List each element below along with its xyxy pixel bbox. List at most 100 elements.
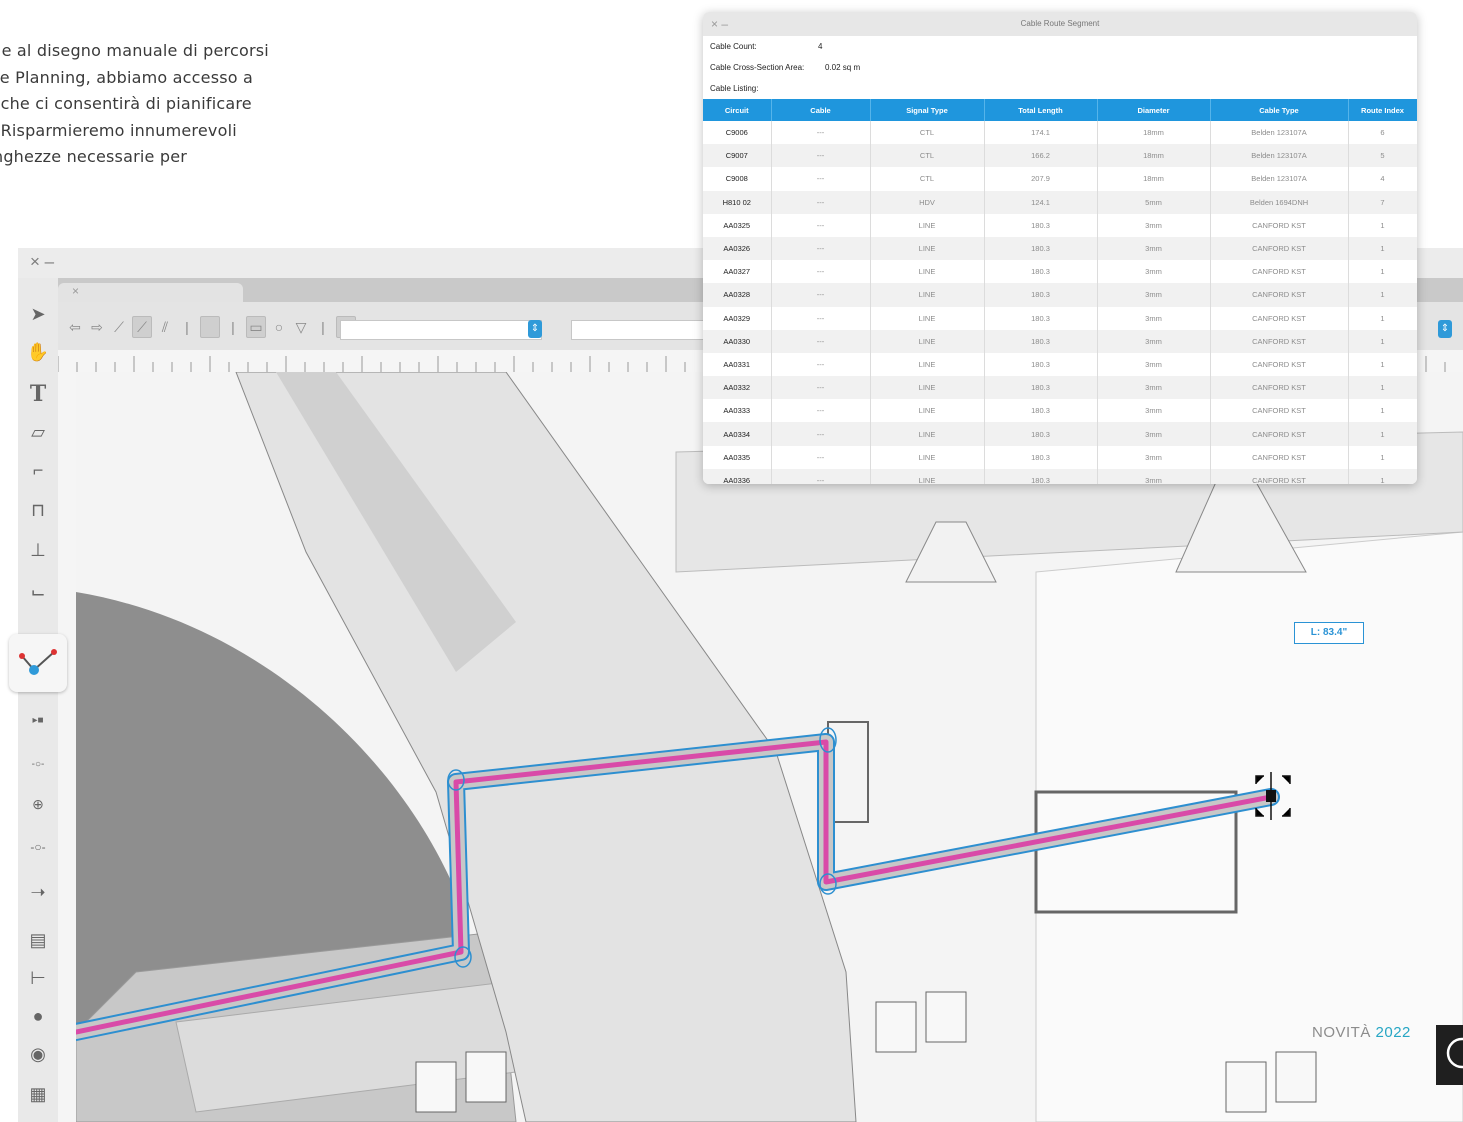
table-row[interactable]: AA0331 --- LINE 180.3 3mm CANFORD KST 1 (703, 352, 1417, 377)
table-cell: 180.3 (984, 422, 1098, 446)
cable-count-label: Cable Count: (710, 42, 757, 51)
divider-icon: | (321, 319, 325, 335)
intro-text: vi e al disegno manuale di percorsi oute… (0, 38, 360, 171)
table-cell: CTL (870, 121, 985, 145)
table-row[interactable]: AA0328 --- LINE 180.3 3mm CANFORD KST 1 (703, 283, 1417, 307)
table-cell: 174.1 (984, 121, 1098, 145)
table-cell: 5 (1348, 144, 1417, 168)
table-cell: 3mm (1097, 352, 1211, 377)
connector-icon[interactable]: ⊓ (24, 496, 52, 524)
table-cell: CANFORD KST (1210, 213, 1349, 237)
table-cell: LINE (870, 283, 985, 307)
dialog-window-controls[interactable]: × – (711, 12, 728, 36)
table-row[interactable]: C9006 --- CTL 174.1 18mm Belden 123107A 6 (703, 121, 1417, 145)
fill-swatch-icon[interactable] (200, 316, 220, 338)
column-header[interactable]: Route Index (1348, 99, 1417, 121)
table-cell: LINE (870, 376, 985, 400)
device-icon[interactable]: ▤ (24, 926, 52, 954)
table-cell: --- (771, 468, 871, 484)
intro-line: vi e al disegno manuale di percorsi (0, 41, 269, 60)
splice-icon[interactable]: -○- (24, 833, 52, 861)
table-cell: 4 (1348, 167, 1417, 191)
cable-path-icon[interactable]: ⌐ (24, 456, 52, 484)
table-row[interactable]: AA0333 --- LINE 180.3 3mm CANFORD KST 1 (703, 399, 1417, 423)
arrow-left-icon[interactable]: ⇦ (66, 317, 84, 337)
arrow-link-icon[interactable]: ➝ (24, 878, 52, 906)
table-cell: --- (771, 445, 871, 469)
table-row[interactable]: AA0327 --- LINE 180.3 3mm CANFORD KST 1 (703, 260, 1417, 284)
pan-hand-icon[interactable]: ✋ (24, 338, 52, 366)
dropdown-arrow-icon[interactable]: ⇕ (528, 320, 542, 338)
line-selected-icon[interactable]: ⟋ (132, 316, 152, 338)
table-cell: 6 (1348, 121, 1417, 145)
vdc-icon[interactable]: ▸■ (24, 706, 52, 734)
parallelogram-icon[interactable]: ▱ (24, 418, 52, 446)
line-tool-icon[interactable]: ⟋ (110, 317, 128, 337)
text-tool-icon[interactable]: T (24, 380, 52, 408)
table-row[interactable]: C9007 --- CTL 166.2 18mm Belden 123107A 5 (703, 144, 1417, 168)
multi-line-icon[interactable]: ⫽ (156, 317, 174, 337)
plug-route-icon[interactable]: ⌙ (24, 578, 52, 606)
table-cell: 180.3 (984, 260, 1098, 284)
document-tab[interactable]: × (58, 283, 243, 302)
rectangle-icon[interactable]: ▭ (246, 316, 266, 338)
table-row[interactable]: AA0334 --- LINE 180.3 3mm CANFORD KST 1 (703, 422, 1417, 446)
column-header[interactable]: Circuit (703, 99, 772, 121)
table-cell: CANFORD KST (1210, 283, 1349, 307)
window-controls[interactable]: × – (30, 252, 54, 272)
table-cell: --- (771, 352, 871, 377)
cable-route-segment-dialog: × – Cable Route Segment Cable Count: 4 C… (703, 12, 1417, 484)
table-cell: LINE (870, 260, 985, 284)
ellipse-icon[interactable]: ○ (270, 317, 288, 337)
table-cell: CANFORD KST (1210, 236, 1349, 261)
close-tab-icon[interactable]: × (72, 284, 79, 298)
table-cell: 180.3 (984, 329, 1098, 353)
column-header[interactable]: Cable Type (1210, 99, 1349, 121)
table-row[interactable]: AA0335 --- LINE 180.3 3mm CANFORD KST 1 (703, 445, 1417, 469)
polygon-icon[interactable]: ▽ (292, 317, 310, 337)
table-cell: 180.3 (984, 352, 1098, 377)
table-row[interactable]: AA0336 --- LINE 180.3 3mm CANFORD KST 1 (703, 468, 1417, 484)
table-row[interactable]: AA0332 --- LINE 180.3 3mm CANFORD KST 1 (703, 376, 1417, 400)
table-cell: CANFORD KST (1210, 422, 1349, 446)
table-cell: CANFORD KST (1210, 329, 1349, 353)
junction-icon[interactable]: ⊥ (24, 536, 52, 564)
table-row[interactable]: H810 02 --- HDV 124.1 5mm Belden 1694DNH 7 (703, 190, 1417, 214)
panel-icon[interactable]: ▦ (24, 1080, 52, 1108)
table-row[interactable]: C9008 --- CTL 207.9 18mm Belden 123107A 4 (703, 167, 1417, 191)
point-icon[interactable]: ● (24, 1002, 52, 1030)
dialog-title: Cable Route Segment (1020, 19, 1100, 28)
coupler-icon[interactable]: -○- (24, 750, 52, 778)
table-cell: HDV (870, 190, 985, 214)
table-row[interactable]: AA0329 --- LINE 180.3 3mm CANFORD KST 1 (703, 306, 1417, 330)
cable-route-icon[interactable] (9, 634, 67, 692)
table-cell: LINE (870, 422, 985, 446)
table-row[interactable]: AA0325 --- LINE 180.3 3mm CANFORD KST 1 (703, 213, 1417, 237)
table-row[interactable]: AA0330 --- LINE 180.3 3mm CANFORD KST 1 (703, 329, 1417, 353)
class-dropdown[interactable] (340, 320, 542, 340)
cross-section-label: Cable Cross-Section Area: (710, 63, 805, 72)
table-cell: LINE (870, 329, 985, 353)
column-header[interactable]: Diameter (1097, 99, 1211, 121)
table-cell: CANFORD KST (1210, 399, 1349, 423)
arrow-right-icon[interactable]: ⇨ (88, 317, 106, 337)
column-header[interactable]: Cable (771, 99, 871, 121)
table-cell: 7 (1348, 190, 1417, 214)
table-cell: Belden 123107A (1210, 167, 1349, 191)
table-row[interactable]: AA0326 --- LINE 180.3 3mm CANFORD KST 1 (703, 236, 1417, 261)
column-header[interactable]: Signal Type (870, 99, 985, 121)
column-header[interactable]: Total Length (984, 99, 1098, 121)
table-cell: 180.3 (984, 399, 1098, 423)
table-cell: --- (771, 167, 871, 191)
table-cell: --- (771, 399, 871, 423)
table-cell: --- (771, 121, 871, 145)
select-arrow-icon[interactable]: ➤ (24, 300, 52, 328)
dropdown-arrow-icon[interactable]: ⇕ (1438, 320, 1452, 338)
drawing-canvas[interactable] (76, 372, 1463, 1122)
node-icon[interactable]: ◉ (24, 1040, 52, 1068)
table-cell: 1 (1348, 445, 1417, 469)
tee-icon[interactable]: ⊢ (24, 964, 52, 992)
loop-icon[interactable]: ⊕ (24, 790, 52, 818)
table-cell: 18mm (1097, 144, 1211, 168)
layer-dropdown[interactable] (571, 320, 713, 340)
